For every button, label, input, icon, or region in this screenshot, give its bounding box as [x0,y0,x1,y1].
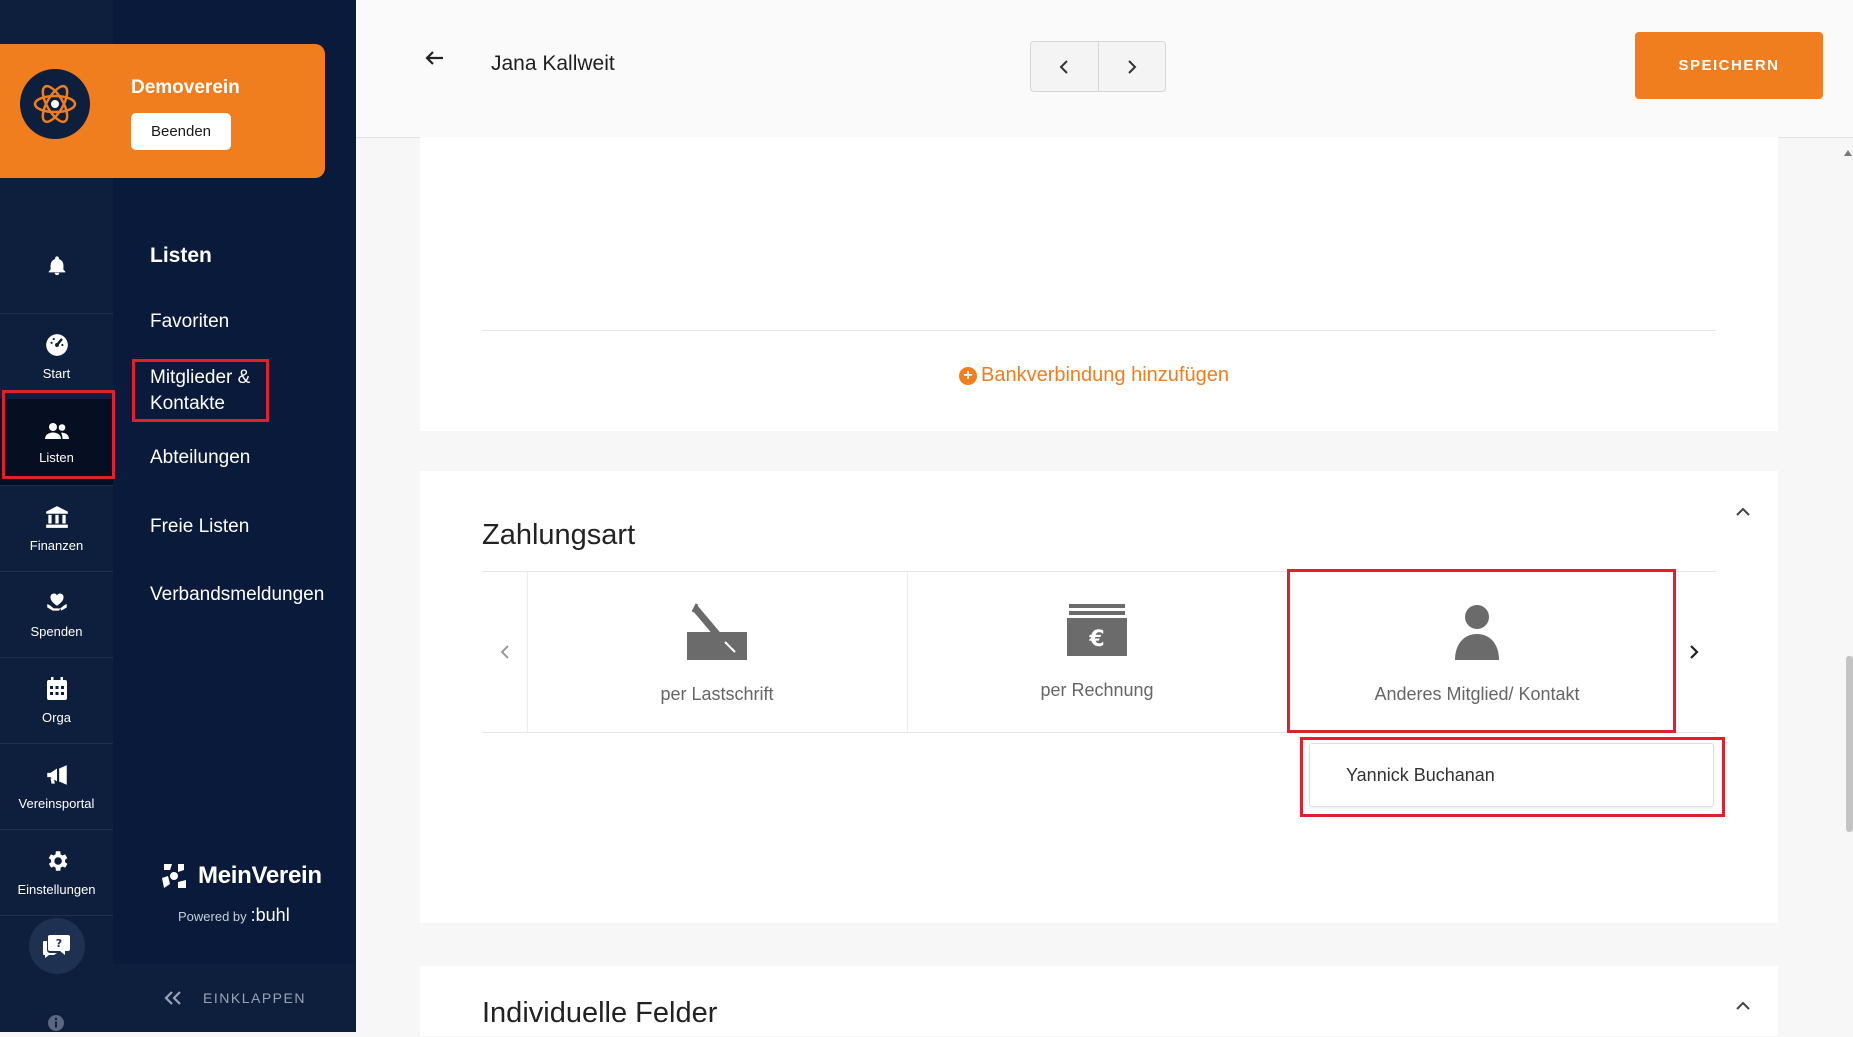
nav-heading: Listen [150,244,212,267]
rail-label-einstellungen: Einstellungen [17,881,96,897]
chevron-right-icon [1689,645,1699,659]
powered-by-brand: :buhl [250,905,290,925]
meinverein-logo-icon [162,864,186,888]
payment-option-label: Anderes Mitglied/ Kontakt [1374,684,1580,704]
payment-option-other-member[interactable]: Anderes Mitglied/ Kontakt [1287,572,1667,732]
record-header: Jana Kallweit SPEICHERN [356,0,1853,138]
rail-item-einstellungen[interactable]: Einstellungen [0,829,113,916]
chevron-left-icon [500,645,509,659]
powered-by: Powered by:buhl [178,905,290,926]
section-title: Zahlungsart [482,519,636,551]
nav-item-mitglieder-line1: Mitglieder & [150,367,251,388]
carousel-prev-button[interactable] [482,572,528,732]
direct-debit-icon [687,603,747,660]
chevron-up-icon[interactable] [1735,1001,1751,1011]
info-icon[interactable] [47,1014,65,1037]
rail-item-orga[interactable]: Orga [0,657,113,744]
rail-label-vereinsportal: Vereinsportal [18,795,95,811]
person-icon [1455,605,1499,660]
rail-label-spenden: Spenden [30,623,83,639]
rail-item-finanzen[interactable]: Finanzen [0,485,113,572]
plus-circle-icon: + [959,366,977,385]
back-arrow-icon[interactable] [424,50,444,66]
atom-logo-icon [33,84,77,124]
meinverein-logo: MeinVerein [158,860,322,892]
scroll-up-arrow-icon[interactable] [1843,149,1853,157]
carousel-next-button[interactable] [1671,572,1716,732]
rail-label-orga: Orga [42,709,71,725]
brand-name: MeinVerein [198,862,322,889]
org-card: Demoverein Beenden [0,44,325,178]
rail-label-finanzen: Finanzen [29,537,84,553]
record-pager [1030,41,1166,92]
org-name: Demoverein [131,77,240,98]
nav-item-freie-listen[interactable]: Freie Listen [150,514,249,540]
rail-item-spenden[interactable]: Spenden [0,571,113,658]
scrollbar-thumb[interactable] [1846,656,1853,832]
bank-section: + Bankverbindung hinzufügen [420,137,1778,431]
collapse-label: EINKLAPPEN [203,990,306,1006]
payment-method-section: Zahlungsart per Lastschrift € per Rechnu… [420,471,1778,923]
dashboard-icon [45,333,68,356]
end-session-button[interactable]: Beenden [131,113,231,150]
rail-item-start[interactable]: Start [0,313,113,400]
payment-option-rechnung[interactable]: € per Rechnung [907,572,1288,732]
section-title: Individuelle Felder [482,997,718,1029]
heart-hand-icon [46,593,67,611]
add-bank-account-link[interactable]: + Bankverbindung hinzufügen [959,364,1229,387]
double-chevron-left-icon [164,991,181,1005]
chevron-up-icon[interactable] [1735,507,1751,517]
divider [482,330,1716,331]
help-chat-icon: ? [43,935,70,958]
bank-icon [45,505,68,528]
payment-option-label: per Lastschrift [660,684,774,704]
calendar-icon [46,676,67,700]
gear-icon [48,850,67,871]
nav-item-abteilungen[interactable]: Abteilungen [150,445,250,471]
svg-text:?: ? [56,937,62,950]
svg-text:€: € [1088,627,1104,652]
nav-item-mitglieder-kontakte[interactable]: Mitglieder & Kontakte [150,365,250,417]
bell-icon [48,256,65,276]
org-logo [20,69,90,139]
rail-label-listen: Listen [39,449,74,465]
chevron-left-icon [1059,59,1068,74]
rail-label-start: Start [42,365,71,381]
add-bank-label: Bankverbindung hinzufügen [981,364,1229,386]
record-title: Jana Kallweit [491,52,615,75]
powered-by-text: Powered by [178,909,247,924]
previous-record-button[interactable] [1031,42,1099,91]
rail-item-listen[interactable]: Listen [0,399,113,486]
scrollbar-track[interactable] [1840,138,1853,1032]
selected-contact-field[interactable]: Yannick Buchanan [1309,743,1714,807]
megaphone-icon [46,764,67,785]
chevron-right-icon [1128,59,1137,74]
collapse-sidebar-button[interactable]: EINKLAPPEN [113,964,356,1032]
invoice-euro-icon: € [1067,604,1127,656]
payment-option-lastschrift[interactable]: per Lastschrift [527,572,908,732]
rail-item-vereinsportal[interactable]: Vereinsportal [0,743,113,830]
custom-fields-section: Individuelle Felder [420,966,1778,1036]
nav-item-mitglieder-line2: Kontakte [150,393,225,414]
users-icon [44,422,69,439]
next-record-button[interactable] [1099,42,1166,91]
save-button[interactable]: SPEICHERN [1635,32,1823,99]
nav-item-verbandsmeldungen[interactable]: Verbandsmeldungen [150,582,324,608]
rail-item-notifications[interactable] [0,227,113,314]
nav-item-favoriten[interactable]: Favoriten [150,309,229,335]
payment-options-carousel: per Lastschrift € per Rechnung Anderes M… [482,571,1716,733]
payment-option-label: per Rechnung [1040,680,1154,700]
help-button[interactable]: ? [29,918,85,974]
